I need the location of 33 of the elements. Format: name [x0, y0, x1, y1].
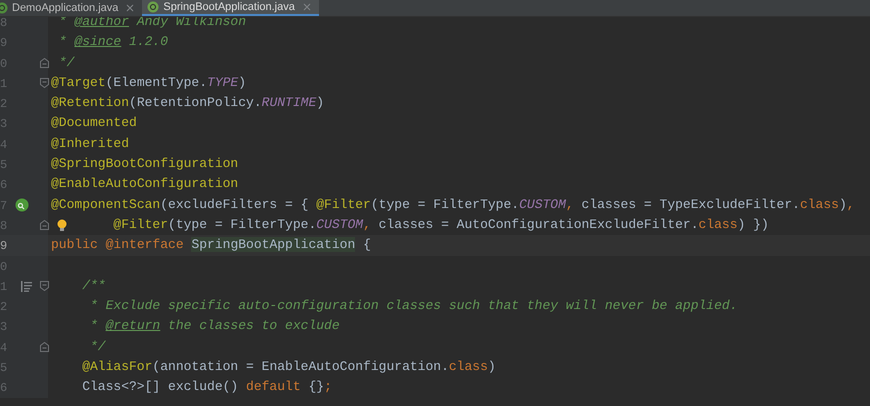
code-line: */: [90, 338, 106, 356]
code-line: @Inherited: [51, 134, 130, 153]
bean-icon[interactable]: [15, 198, 29, 212]
code-line: /**: [82, 276, 106, 295]
fold-start-icon[interactable]: [40, 78, 49, 88]
code-line: @Documented: [51, 114, 137, 132]
fold-start-icon[interactable]: [40, 280, 49, 291]
rendered-doc-icon[interactable]: [21, 280, 32, 292]
code-line: @ComponentScan(excludeFilters = { @Filter(type = FilterType.CUSTOM, classes = TypeExcludeFilter.class),: [51, 196, 855, 214]
fold-end-icon[interactable]: [40, 342, 49, 352]
tab-label: DemoApplication.java: [12, 0, 118, 16]
code-line: @AliasFor(annotation = EnableAutoConfiguration.class): [82, 358, 496, 376]
code-line: @Target(ElementType.TYPE): [51, 74, 246, 92]
fold-end-icon[interactable]: [40, 220, 49, 230]
editor-tab[interactable]: DemoApplication.java: [0, 0, 142, 16]
code-line: @Filter(type = FilterType.CUSTOM, classes = AutoConfigurationExcludeFilter.class) }): [113, 216, 769, 234]
code-line: * @since 1.2.0: [58, 33, 168, 52]
close-icon[interactable]: [302, 3, 311, 11]
fold-end-icon[interactable]: [40, 58, 49, 68]
code-line: public @interface SpringBootApplication {: [51, 236, 371, 254]
code-line: */: [58, 54, 74, 72]
lightbulb-icon[interactable]: [57, 218, 67, 232]
editor-tab[interactable]: SpringBootApplication.java: [142, 0, 319, 16]
file-icon: [147, 1, 160, 13]
code-line: @EnableAutoConfiguration: [51, 175, 238, 194]
code-line: @Retention(RetentionPolicy.RUNTIME): [51, 94, 324, 112]
tab-label: SpringBootApplication.java: [163, 0, 295, 15]
close-icon[interactable]: [126, 4, 134, 12]
code-line: * Exclude specific auto-configuration classes such that they will never be applied.: [90, 297, 738, 316]
code-line: Class<?>[] exclude() default {};: [82, 378, 332, 396]
code-line: * @return the classes to exclude: [90, 317, 340, 336]
code-line: @SpringBootConfiguration: [51, 155, 238, 174]
line-number: 9: [0, 238, 8, 256]
